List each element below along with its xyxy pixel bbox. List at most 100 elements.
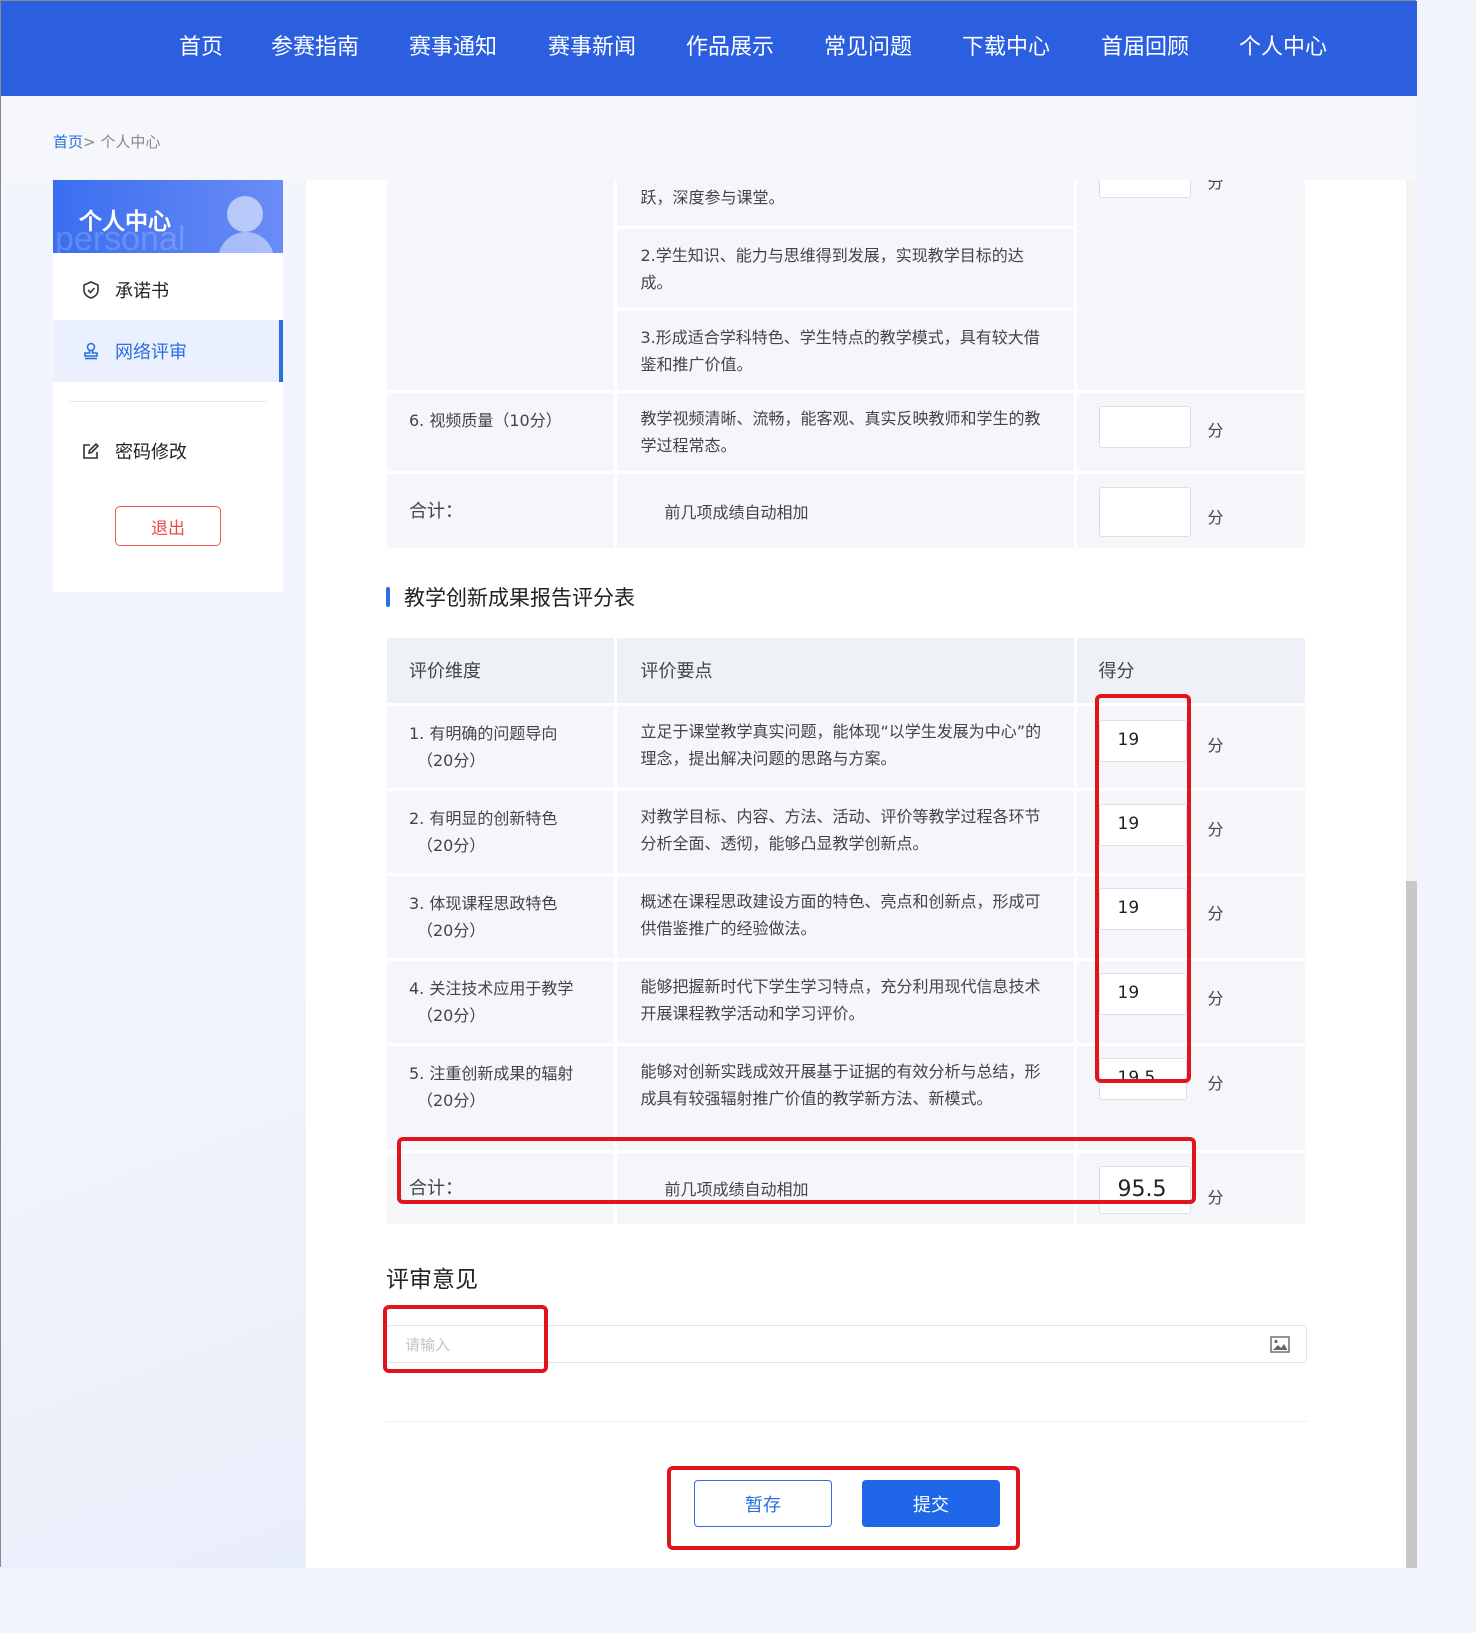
sidebar-item-label: 承诺书	[115, 281, 169, 302]
table-header-dimension: 评价维度	[387, 638, 617, 706]
score-cell: 分	[1075, 391, 1305, 474]
nav-item-home[interactable]: 首页	[179, 29, 223, 61]
sidebar-item-label: 密码修改	[115, 442, 187, 463]
nav-item-faq[interactable]: 常见问题	[824, 29, 912, 61]
unit-label: 分	[1207, 420, 1224, 440]
criteria-text: 能够对创新实践成效开展基于证据的有效分析与总结，形成具有较强辐射推广价值的教学新…	[640, 1061, 1041, 1108]
nav-item-news[interactable]: 赛事新闻	[548, 29, 636, 61]
opinion-title: 评审意见	[386, 1267, 478, 1293]
image-upload-icon[interactable]	[1270, 1336, 1290, 1353]
unit-label: 分	[1207, 903, 1224, 923]
table-cell: 对教学目标、内容、方法、活动、评价等教学过程各环节分析全面、透彻，能够凸显教学创…	[615, 789, 1077, 876]
nav-item-notice[interactable]: 赛事通知	[409, 29, 497, 61]
video-score-table: 跃，深度参与课堂。 分 2.学生知识、能力与思维得到发展，实现教学目标的达成。 …	[387, 180, 1305, 551]
unit-label: 分	[1207, 1187, 1224, 1207]
table-cell	[387, 180, 617, 393]
table-cell: 前几项成绩自动相加	[615, 472, 1077, 551]
stamp-icon	[84, 342, 98, 360]
criteria-text: 3.形成适合学科特色、学生特点的教学模式，具有较大借鉴和推广价值。	[640, 327, 1040, 374]
table-cell: 合计：	[387, 472, 617, 551]
shield-icon	[83, 281, 99, 299]
nav-item-works[interactable]: 作品展示	[686, 29, 774, 61]
breadcrumb: 首页> 个人中心	[53, 131, 160, 152]
table-cell: 能够对创新实践成效开展基于证据的有效分析与总结，形成具有较强辐射推广价值的教学新…	[615, 1044, 1077, 1153]
sidebar-item-label: 网络评审	[115, 342, 187, 363]
highlight-box-opinion	[383, 1305, 548, 1373]
max-score-text: （20分）	[417, 1090, 486, 1110]
table-cell: 5. 注重创新成果的辐射 （20分）	[387, 1044, 617, 1153]
table-cell: 4. 关注技术应用于教学 （20分）	[387, 959, 617, 1046]
dimension-text: 6. 视频质量（10分）	[409, 410, 562, 430]
dimension-text: 5. 注重创新成果的辐射	[409, 1063, 574, 1083]
max-score-text: （20分）	[417, 920, 486, 940]
unit-label: 分	[1207, 180, 1224, 192]
unit-label: 分	[1207, 735, 1224, 755]
section-title: 教学创新成果报告评分表	[386, 582, 635, 612]
footer-divider	[386, 1421, 1307, 1422]
total-score-input[interactable]	[1098, 486, 1191, 537]
top-navigation: 首页 参赛指南 赛事通知 赛事新闻 作品展示 常见问题 下载中心 首届回顾 个人…	[1, 1, 1417, 96]
table-cell: 1. 有明确的问题导向 （20分）	[387, 704, 617, 791]
sidebar-divider	[69, 401, 267, 402]
criteria-text: 跃，深度参与课堂。	[640, 188, 785, 207]
dimension-text: 2. 有明显的创新特色	[409, 808, 558, 828]
highlight-box-buttons	[667, 1466, 1020, 1550]
score-input[interactable]	[1098, 405, 1191, 448]
background-shape	[1, 1001, 311, 1568]
table-cell: 立足于课堂教学真实问题，能体现“以学生发展为中心”的理念，提出解决问题的思路与方…	[615, 704, 1077, 791]
table-cell: 3. 体现课程思政特色 （20分）	[387, 874, 617, 961]
dimension-text: 1. 有明确的问题导向	[409, 723, 558, 743]
table-cell: 3.形成适合学科特色、学生特点的教学模式，具有较大借鉴和推广价值。	[615, 309, 1077, 393]
criteria-text: 概述在课程思政建设方面的特色、亮点和创新点，形成可供借鉴推广的经验做法。	[640, 891, 1041, 938]
sidebar-header: personal 个人中心	[53, 180, 283, 253]
avatar-body	[218, 232, 274, 253]
nav-item-review[interactable]: 首届回顾	[1101, 29, 1189, 61]
sidebar-item-online-review[interactable]: 网络评审	[53, 320, 283, 382]
breadcrumb-home[interactable]: 首页	[53, 133, 83, 151]
sidebar: personal 个人中心 承诺书 网络评审 密码修改 退出	[53, 180, 283, 592]
unit-label: 分	[1207, 819, 1224, 839]
total-label: 合计：	[409, 500, 463, 522]
unit-label: 分	[1207, 1073, 1224, 1093]
nav-item-personal[interactable]: 个人中心	[1239, 29, 1327, 61]
sidebar-title: 个人中心	[79, 209, 171, 235]
unit-label: 分	[1207, 507, 1224, 527]
total-note: 前几项成绩自动相加	[664, 502, 809, 522]
avatar-icon	[227, 196, 263, 232]
criteria-text: 能够把握新时代下学生学习特点，充分利用现代信息技术开展课程教学活动和学习评价。	[640, 976, 1041, 1023]
table-header-point: 评价要点	[615, 638, 1077, 706]
criteria-text: 2.学生知识、能力与思维得到发展，实现教学目标的达成。	[640, 245, 1024, 292]
table-cell: 概述在课程思政建设方面的特色、亮点和创新点，形成可供借鉴推广的经验做法。	[615, 874, 1077, 961]
edit-icon	[83, 442, 100, 459]
max-score-text: （20分）	[417, 835, 486, 855]
scrollbar-thumb[interactable]	[1406, 881, 1417, 1568]
score-input[interactable]	[1098, 180, 1191, 198]
sidebar-item-password[interactable]: 密码修改	[53, 420, 283, 482]
logout-button[interactable]: 退出	[115, 506, 221, 546]
table-cell: 能够把握新时代下学生学习特点，充分利用现代信息技术开展课程教学活动和学习评价。	[615, 959, 1077, 1046]
table-cell: 6. 视频质量（10分）	[387, 391, 617, 474]
dimension-text: 3. 体现课程思政特色	[409, 893, 558, 913]
dimension-text: 4. 关注技术应用于教学	[409, 978, 574, 998]
header-band	[1, 96, 1417, 181]
max-score-text: （20分）	[417, 1005, 486, 1025]
score-cell: 分	[1075, 472, 1305, 551]
nav-item-guide[interactable]: 参赛指南	[271, 29, 359, 61]
unit-label: 分	[1207, 988, 1224, 1008]
sidebar-item-commitment[interactable]: 承诺书	[53, 259, 283, 321]
highlight-box-total	[397, 1137, 1196, 1204]
table-cell: 2. 有明显的创新特色 （20分）	[387, 789, 617, 876]
breadcrumb-current: 个人中心	[100, 133, 161, 151]
highlight-box-scores	[1095, 694, 1191, 1083]
nav-item-download[interactable]: 下载中心	[962, 29, 1050, 61]
score-cell: 分	[1075, 180, 1305, 393]
criteria-text: 教学视频清晰、流畅，能客观、真实反映教师和学生的教学过程常态。	[640, 408, 1041, 455]
criteria-text: 对教学目标、内容、方法、活动、评价等教学过程各环节分析全面、透彻，能够凸显教学创…	[640, 806, 1041, 853]
table-cell: 跃，深度参与课堂。	[615, 180, 1077, 229]
main-content: 跃，深度参与课堂。 分 2.学生知识、能力与思维得到发展，实现教学目标的达成。 …	[306, 180, 1406, 1568]
criteria-text: 立足于课堂教学真实问题，能体现“以学生发展为中心”的理念，提出解决问题的思路与方…	[640, 721, 1042, 768]
breadcrumb-separator: >	[83, 133, 96, 151]
max-score-text: （20分）	[417, 750, 486, 770]
table-cell: 教学视频清晰、流畅，能客观、真实反映教师和学生的教学过程常态。	[615, 391, 1077, 474]
table-cell: 2.学生知识、能力与思维得到发展，实现教学目标的达成。	[615, 227, 1077, 311]
